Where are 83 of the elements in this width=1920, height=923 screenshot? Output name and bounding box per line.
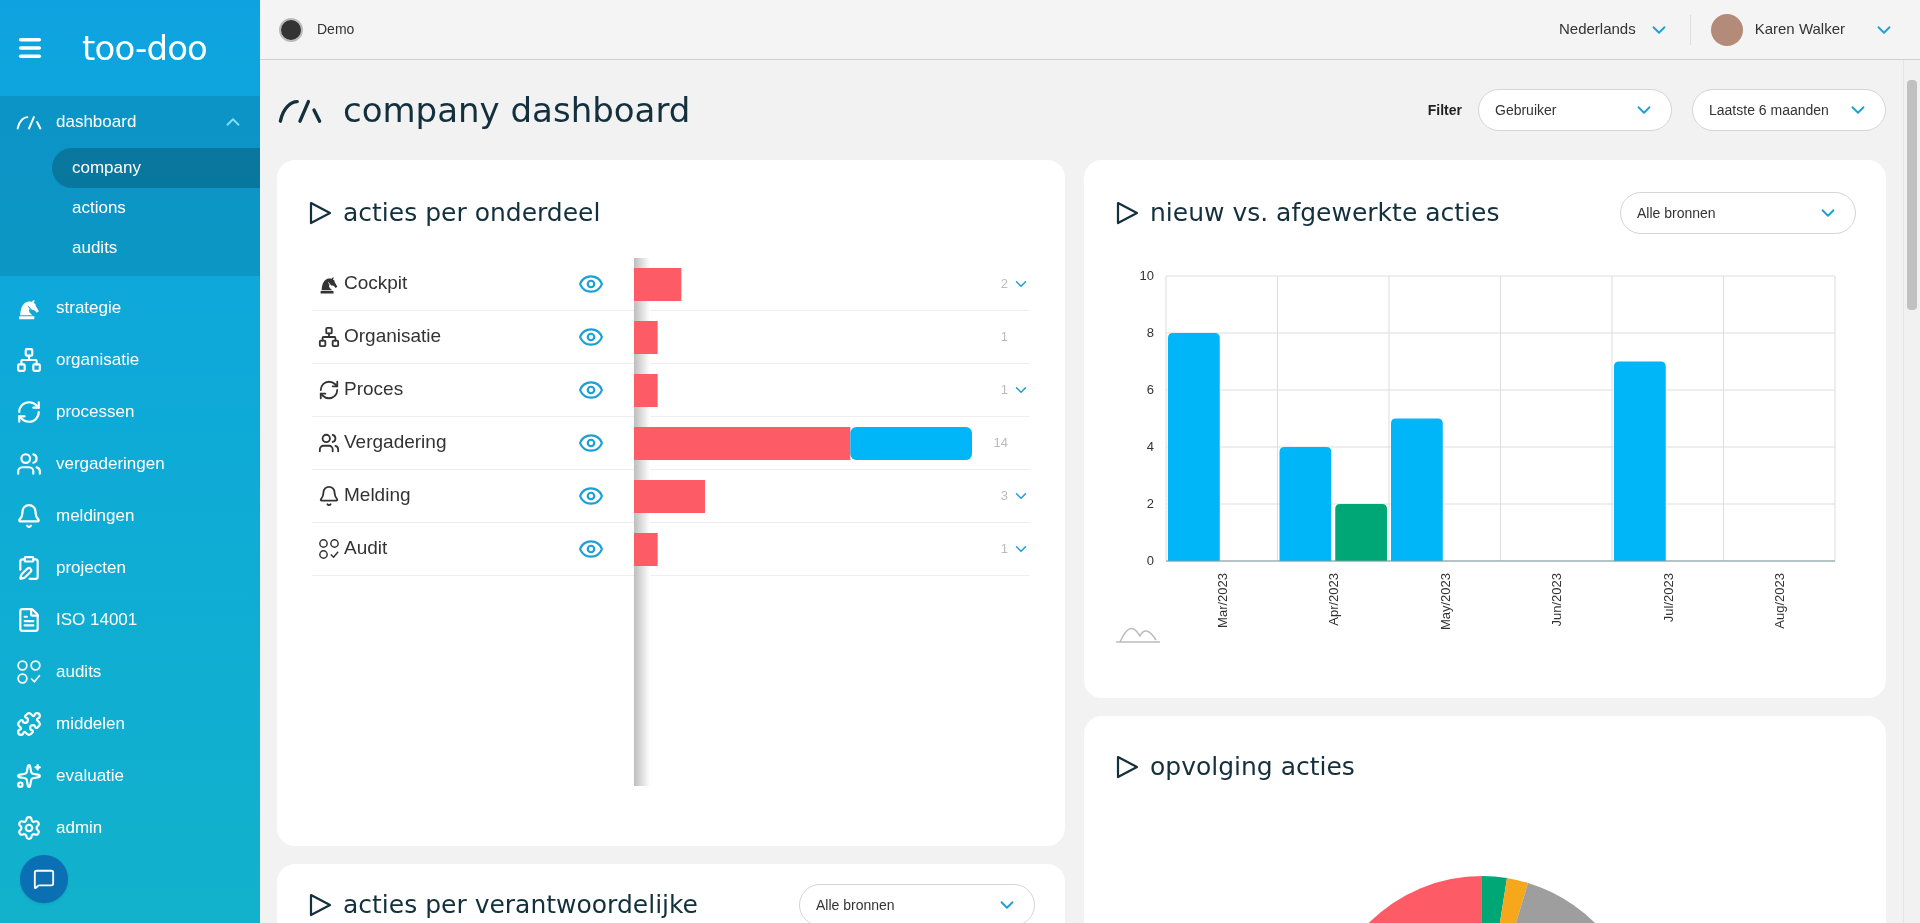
sidebar-subitem[interactable]: audits: [52, 228, 260, 268]
y-axis-label: 0: [1146, 553, 1154, 568]
count-label: 3: [1000, 486, 1008, 505]
source-dropdown[interactable]: Alle bronnen: [1620, 192, 1856, 234]
play-icon: [307, 199, 333, 226]
y-axis-label: 10: [1139, 268, 1154, 283]
source-dropdown[interactable]: Alle bronnen: [799, 884, 1035, 923]
circles-check-icon: [16, 659, 42, 685]
bar: [634, 320, 658, 354]
cycle-arrows-icon: [16, 399, 42, 425]
sidebar-item[interactable]: processen: [0, 386, 260, 438]
bell-icon: [318, 484, 340, 507]
play-icon: [1114, 200, 1140, 226]
sidebar-subitem[interactable]: company: [52, 148, 260, 188]
bar: [1335, 504, 1387, 561]
category-label: Vergadering: [344, 430, 448, 455]
count-label: 1: [1000, 539, 1008, 558]
count-label: 2: [1000, 274, 1008, 293]
organization-logo-icon: [279, 17, 303, 42]
user-menu[interactable]: Karen Walker: [1710, 13, 1895, 46]
page-title: company dashboard: [343, 88, 691, 132]
x-axis-label: Aug/2023: [1772, 573, 1788, 629]
sidebar-item[interactable]: meldingen: [0, 490, 260, 542]
category-label: Proces: [344, 377, 405, 402]
play-icon: [1114, 753, 1140, 780]
bar: [634, 267, 682, 301]
x-axis-label: Jun/2023: [1549, 573, 1565, 627]
card-title: opvolging acties: [1150, 751, 1355, 783]
sidebar-item[interactable]: dashboard: [0, 96, 260, 148]
card-title: acties per verantwoordelijke: [343, 889, 698, 922]
x-axis-label: Mar/2023: [1214, 573, 1230, 628]
sidebar-item[interactable]: ISO 14001: [0, 594, 260, 646]
language-selector[interactable]: Nederlands: [1558, 18, 1670, 41]
filter-dropdown[interactable]: Laatste 6 maanden: [1692, 89, 1886, 131]
document-icon: [16, 607, 42, 633]
filter-label: Filter: [1427, 100, 1462, 120]
sidebar-item[interactable]: admin: [0, 802, 260, 854]
cycle-arrows-icon: [318, 378, 340, 401]
stars-icon: [16, 763, 42, 789]
card-title: acties per onderdeel: [343, 197, 601, 229]
x-axis-label: Jul/2023: [1660, 573, 1676, 623]
sidebar-item[interactable]: projecten: [0, 542, 260, 594]
organization-name[interactable]: Demo: [317, 19, 355, 40]
sidebar-subitem[interactable]: actions: [52, 188, 260, 228]
chart-zoom-icon[interactable]: [1116, 627, 1161, 643]
y-axis-label: 2: [1146, 496, 1154, 511]
category-label: Cockpit: [344, 271, 409, 296]
sidebar-item[interactable]: strategie: [0, 282, 260, 334]
count-label: 14: [993, 433, 1008, 452]
count-label: 1: [1000, 327, 1008, 346]
sidebar-item[interactable]: evaluatie: [0, 750, 260, 802]
sidebar-item[interactable]: audits: [0, 646, 260, 698]
chat-button[interactable]: [20, 855, 68, 903]
hierarchy-icon: [16, 347, 42, 373]
category-label: Organisatie: [344, 324, 443, 349]
clipboard-icon: [16, 555, 42, 581]
sidebar-item[interactable]: organisatie: [0, 334, 260, 386]
card-title: nieuw vs. afgewerkte acties: [1150, 197, 1500, 230]
category-label: Audit: [344, 536, 389, 561]
x-axis-label: Apr/2023: [1326, 573, 1342, 626]
chat-icon: [33, 868, 55, 890]
y-axis-label: 8: [1146, 325, 1154, 340]
people-icon: [318, 431, 340, 454]
bar: [634, 532, 658, 566]
puzzle-icon: [16, 711, 42, 737]
settings-icon: [16, 815, 42, 841]
filter-dropdown[interactable]: Gebruiker: [1478, 89, 1672, 131]
sidebar-item[interactable]: middelen: [0, 698, 260, 750]
y-axis-label: 4: [1146, 439, 1154, 454]
y-axis-label: 6: [1146, 382, 1154, 397]
sidebar-item[interactable]: vergaderingen: [0, 438, 260, 490]
category-label: Melding: [344, 483, 412, 508]
bell-icon: [16, 503, 42, 529]
count-label: 1: [1000, 380, 1008, 399]
people-icon: [16, 451, 42, 477]
scrollbar[interactable]: [1903, 60, 1920, 923]
play-icon: [307, 892, 333, 918]
logo[interactable]: too-doo: [82, 22, 208, 74]
bar: [634, 479, 705, 513]
circles-check-icon: [318, 537, 340, 560]
bar: [634, 373, 658, 407]
hierarchy-icon: [318, 325, 340, 348]
x-axis-label: May/2023: [1437, 573, 1453, 631]
